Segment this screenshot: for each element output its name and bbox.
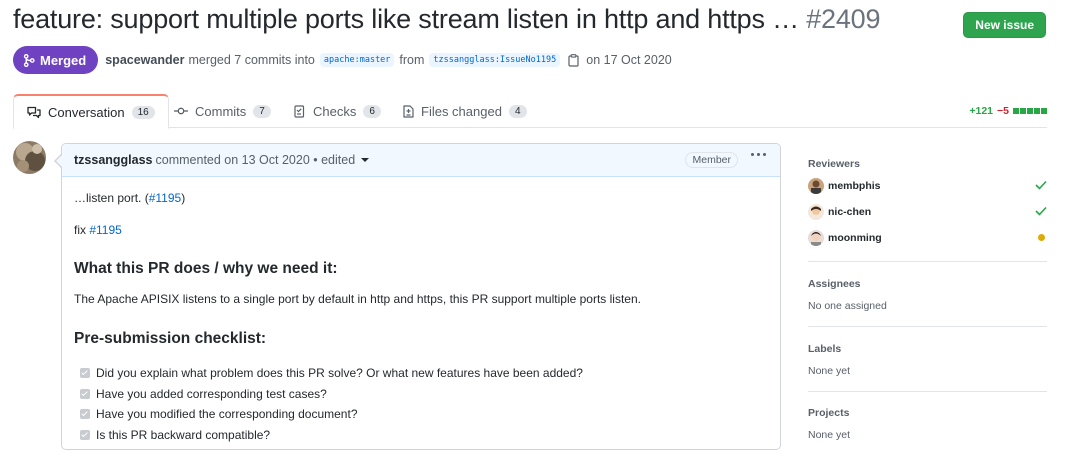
diffstat-block [1041,108,1047,114]
labels-section: Labels None yet [808,343,1047,377]
issue-link-1195[interactable]: #1195 [149,191,181,205]
reviewer-item[interactable]: membphis [808,177,1047,195]
pr-title-text: feature: support multiple ports like str… [13,4,799,34]
body-line-listen-port: …listen port. (#1195) [74,191,185,205]
comment-author-avatar[interactable] [13,141,46,174]
tab-files-changed-label: Files changed [421,103,502,119]
reviewer-name: nic-chen [828,206,872,218]
body-line-fix: fix #1195 [74,223,122,237]
comment-author-link[interactable]: tzssangglass [74,153,153,167]
pending-review-dot-icon [1038,234,1045,241]
tab-conversation-label: Conversation [48,104,125,120]
diffstat-block [1020,108,1026,114]
comment-header: tzssangglass commented on 13 Oct 2020 • … [62,144,780,177]
tab-checks[interactable]: Checks 6 [281,94,394,128]
task-list-item: Did you explain what problem does this P… [80,363,583,384]
checklist-icon [294,104,305,118]
task-checkbox[interactable] [80,368,90,379]
pr-title: feature: support multiple ports like str… [13,4,1053,35]
tab-commits-count: 7 [253,104,271,118]
reviewers-section: Reviewers [808,158,1047,170]
tab-files-changed[interactable]: Files changed 4 [390,94,540,128]
task-checkbox[interactable] [80,388,90,399]
comment-discussion-icon [27,106,41,118]
from-text: from [399,53,425,67]
merger-author-link[interactable]: spacewander [105,53,184,67]
task-list-item: Have you added corresponding test cases? [80,384,583,405]
section-heading-what: What this PR does / why we need it: [74,260,338,277]
task-text: Is this PR backward compatible? [96,427,271,442]
kebab-horizontal-icon[interactable] [751,153,766,156]
check-icon [1035,206,1047,216]
task-text: Have you added corresponding test cases? [96,386,327,401]
tab-checks-label: Checks [313,103,357,119]
task-text: Have you modified the corresponding docu… [96,407,358,422]
merged-state-badge: Merged [13,46,99,74]
pr-title-row: feature: support multiple ports like str… [13,4,1053,44]
task-list: Did you explain what problem does this P… [80,363,583,445]
head-branch[interactable]: tzssangglass:IssueNo1195 [429,53,561,67]
task-text: Did you explain what problem does this P… [96,366,583,381]
reviewer-avatar [808,178,824,194]
git-merge-icon [23,53,35,67]
task-checkbox[interactable] [80,409,90,420]
tab-checks-count: 6 [363,104,381,118]
sidebar-divider [808,261,1047,262]
merged-text: merged 7 commits into [188,53,315,67]
edited-dropdown-icon[interactable] [361,158,370,162]
diffstat-additions: +121 [969,105,994,117]
sidebar-divider [808,326,1047,327]
base-branch[interactable]: apache:master [319,53,395,67]
section-heading-checklist: Pre-submission checklist: [74,330,267,347]
merged-state-label: Merged [40,52,87,68]
diffstat-deletions: −5 [997,105,1009,117]
reviewer-avatar [808,230,824,246]
line1-suffix: ) [181,191,186,205]
pr-meta: Merged spacewander merged 7 commits into… [13,46,672,74]
task-checkbox[interactable] [80,429,90,440]
assignees-title[interactable]: Assignees [808,278,1047,290]
fix-issue-link-1195[interactable]: #1195 [89,223,121,237]
pr-number: #2409 [806,4,881,34]
pr-description-comment: tzssangglass commented on 13 Oct 2020 • … [54,143,781,450]
comment-meta: commented on 13 Oct 2020 • edited [155,153,356,167]
assignees-value: No one assigned [808,300,887,312]
reviewer-avatar [808,204,824,220]
diffstat: +121 −5 [969,105,1047,117]
tab-commits[interactable]: Commits 7 [161,94,284,128]
projects-section: Projects None yet [808,407,1047,441]
tab-conversation[interactable]: Conversation 16 [13,94,169,129]
pr-tabs: Conversation 16 Commits 7 Checks 6 Files… [13,94,1047,129]
tab-conversation-count: 16 [131,105,155,119]
diffstat-block [1013,108,1019,114]
reviewer-item[interactable]: moonming [808,229,1047,247]
check-icon [1035,180,1047,190]
diffstat-block [1034,108,1040,114]
projects-title[interactable]: Projects [808,407,1047,419]
sidebar-divider [808,391,1047,392]
line2-prefix: fix [74,223,90,237]
commit-icon [174,107,188,115]
reviewers-title[interactable]: Reviewers [808,158,1047,170]
labels-value: None yet [808,365,851,377]
task-list-item: Is this PR backward compatible? [80,425,583,446]
body-paragraph: The Apache APISIX listens to a single po… [74,292,641,306]
copy-icon[interactable] [568,53,579,67]
reviewer-name: moonming [828,232,882,244]
author-role-label: Member [685,152,738,168]
reviewer-item[interactable]: nic-chen [808,203,1047,221]
tab-files-changed-count: 4 [508,104,527,118]
assignees-section: Assignees No one assigned [808,278,1047,312]
task-list-item: Have you modified the corresponding docu… [80,404,583,425]
labels-title[interactable]: Labels [808,343,1047,355]
projects-value: None yet [808,429,851,441]
file-diff-icon [403,104,414,118]
merge-date: on 17 Oct 2020 [586,53,672,67]
tab-commits-label: Commits [195,103,247,119]
diffstat-block [1027,108,1033,114]
reviewer-name: membphis [828,180,881,192]
line1-prefix: …listen port. ( [74,191,149,205]
new-issue-button[interactable]: New issue [963,12,1046,38]
